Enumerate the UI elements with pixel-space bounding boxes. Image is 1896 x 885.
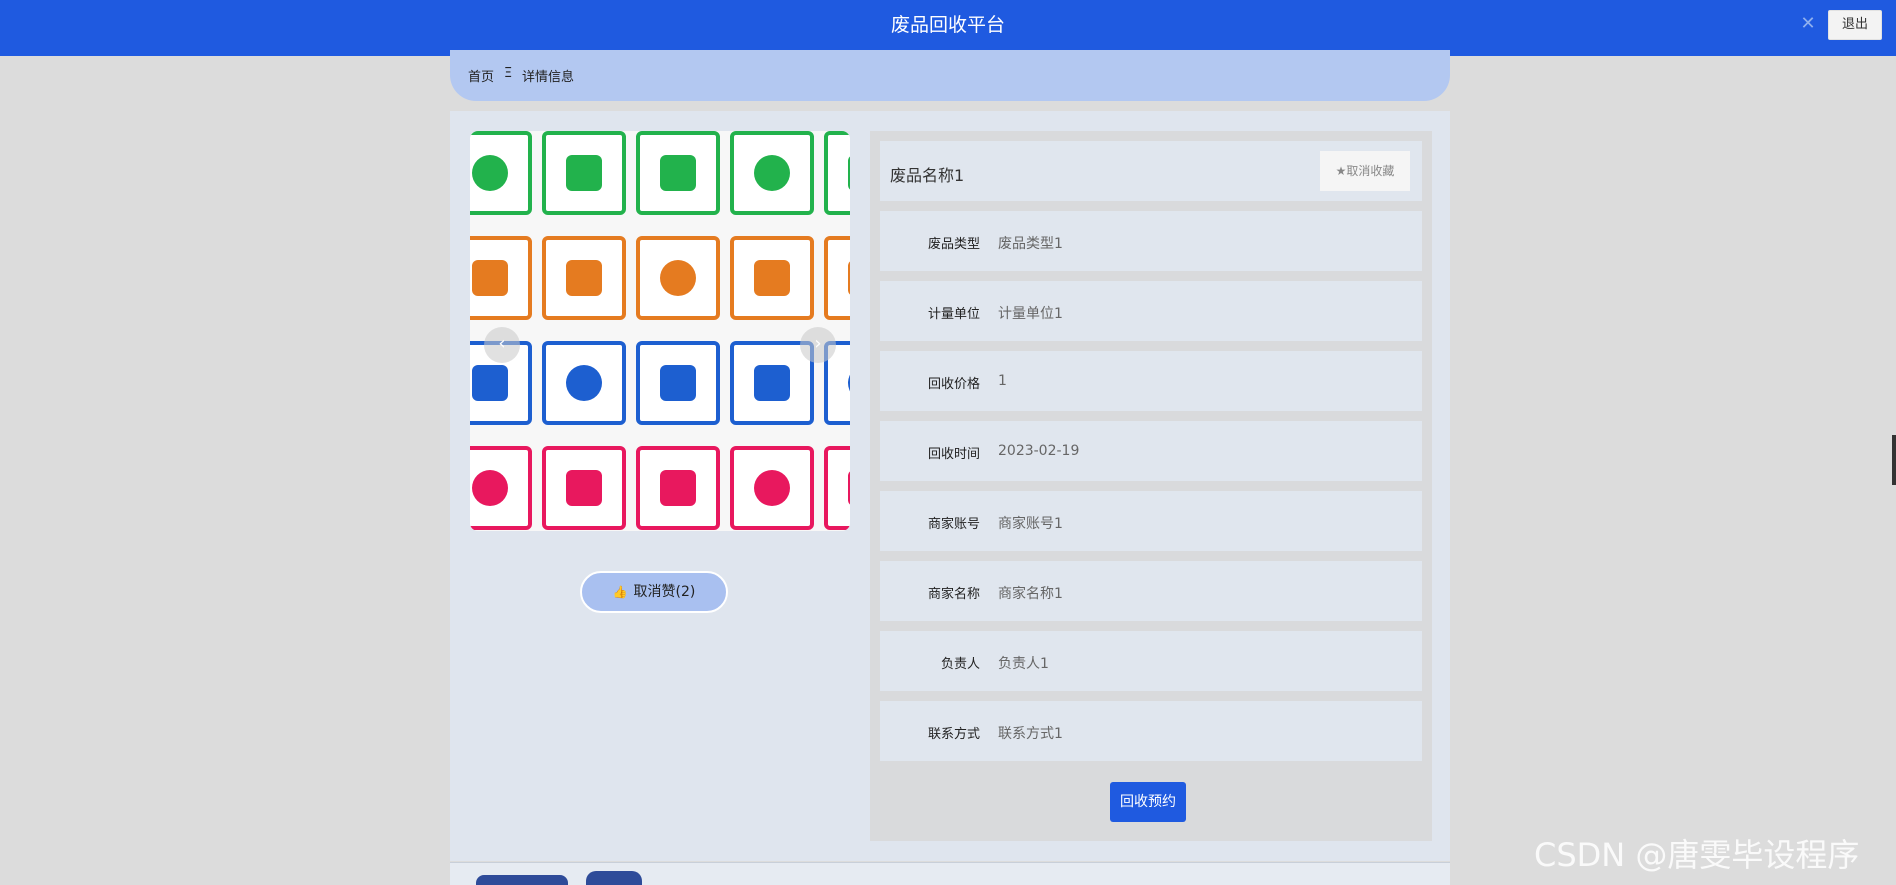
category-icon-tile — [542, 236, 626, 320]
unlike-label: 取消赞(2) — [633, 584, 696, 600]
field-label: 计量单位 — [927, 307, 980, 322]
product-name: 废品名称1 — [890, 166, 965, 185]
breadcrumb-home[interactable]: 首页 — [468, 66, 494, 85]
category-icon — [660, 260, 696, 296]
category-icon — [566, 365, 602, 401]
field-label: 废品类型 — [927, 237, 980, 252]
field-label: 负责人 — [940, 657, 980, 672]
category-icon — [754, 470, 790, 506]
field-label: 商家名称 — [927, 587, 980, 602]
detail-panel: ‹ › 👍 取消赞(2) 废品名称1 ★取消收藏 废品类型 废品类型1 计量单位 … — [450, 111, 1450, 861]
category-icon-tile — [542, 131, 626, 215]
category-icon-tile — [636, 341, 720, 425]
category-icon — [472, 365, 508, 401]
category-icon-tile — [636, 131, 720, 215]
category-icon — [660, 470, 696, 506]
field-person-in-charge: 负责人 负责人1 — [880, 631, 1422, 691]
field-label: 商家账号 — [927, 517, 980, 532]
category-icon-tile — [470, 236, 532, 320]
decorative-shape — [586, 871, 642, 885]
field-value: 商家账号1 — [998, 516, 1063, 532]
category-icon — [754, 155, 790, 191]
breadcrumb: 首页 Ξ 详情信息 — [450, 50, 1450, 101]
category-icon-tile — [824, 236, 850, 320]
field-value: 商家名称1 — [998, 586, 1063, 602]
field-merchant-account: 商家账号 商家账号1 — [880, 491, 1422, 551]
field-value: 1 — [998, 373, 1007, 389]
category-icon-tile — [470, 131, 532, 215]
field-value: 2023-02-19 — [998, 443, 1080, 459]
watermark: CSDN @唐雯毕设程序 — [1534, 836, 1860, 874]
category-icon — [566, 260, 602, 296]
image-carousel[interactable]: ‹ › — [470, 131, 850, 531]
field-value: 负责人1 — [998, 656, 1049, 672]
category-icon-tile — [824, 131, 850, 215]
carousel-next-icon[interactable]: › — [800, 327, 836, 363]
close-icon[interactable]: ✕ — [1798, 14, 1818, 34]
app-title: 废品回收平台 — [890, 14, 1005, 36]
breadcrumb-current: 详情信息 — [522, 70, 575, 85]
category-icon — [566, 155, 602, 191]
logout-button[interactable]: 退出 — [1828, 10, 1882, 40]
field-value: 计量单位1 — [998, 306, 1063, 322]
product-name-row: 废品名称1 ★取消收藏 — [880, 141, 1422, 201]
category-icon — [472, 155, 508, 191]
category-icon — [848, 260, 850, 296]
field-waste-type: 废品类型 废品类型1 — [880, 211, 1422, 271]
field-label: 回收价格 — [927, 377, 980, 392]
category-icon — [660, 155, 696, 191]
category-icon — [566, 470, 602, 506]
category-icon — [754, 260, 790, 296]
category-icon-tile — [824, 446, 850, 530]
thumb-up-icon: 👍 — [612, 585, 628, 599]
field-unit: 计量单位 计量单位1 — [880, 281, 1422, 341]
carousel-indicators — [630, 527, 684, 531]
breadcrumb-separator-icon: Ξ — [504, 66, 513, 81]
category-icon-tile — [730, 236, 814, 320]
recycle-booking-button[interactable]: 回收预约 — [1110, 782, 1186, 822]
category-icon-tile — [730, 446, 814, 530]
category-icon — [472, 260, 508, 296]
category-icon-tile — [636, 446, 720, 530]
carousel-prev-icon[interactable]: ‹ — [484, 327, 520, 363]
category-icon-tile — [730, 131, 814, 215]
decorative-shape — [476, 875, 568, 885]
bottom-section-preview — [450, 862, 1450, 885]
category-icon-tile — [636, 236, 720, 320]
field-contact: 联系方式 联系方式1 — [880, 701, 1422, 761]
field-recycle-time: 回收时间 2023-02-19 — [880, 421, 1422, 481]
category-icon — [472, 470, 508, 506]
waste-sorting-image — [470, 131, 850, 531]
top-navbar: 废品回收平台 ✕ 退出 — [0, 0, 1896, 56]
unlike-button[interactable]: 👍 取消赞(2) — [580, 571, 728, 613]
category-icon — [660, 365, 696, 401]
category-icon-tile — [470, 446, 532, 530]
field-merchant-name: 商家名称 商家名称1 — [880, 561, 1422, 621]
field-label: 联系方式 — [927, 727, 980, 742]
category-icon — [754, 365, 790, 401]
category-icon-tile — [542, 341, 626, 425]
field-label: 回收时间 — [927, 447, 980, 462]
category-icon — [848, 470, 850, 506]
category-icon-tile — [542, 446, 626, 530]
scrollbar-thumb[interactable] — [1892, 435, 1896, 485]
field-price: 回收价格 1 — [880, 351, 1422, 411]
category-icon — [848, 365, 850, 401]
field-value: 废品类型1 — [998, 236, 1063, 252]
details-card: 废品名称1 ★取消收藏 废品类型 废品类型1 计量单位 计量单位1 回收价格 1… — [870, 131, 1432, 841]
category-icon — [848, 155, 850, 191]
unfavorite-button[interactable]: ★取消收藏 — [1320, 151, 1410, 191]
field-value: 联系方式1 — [998, 726, 1063, 742]
